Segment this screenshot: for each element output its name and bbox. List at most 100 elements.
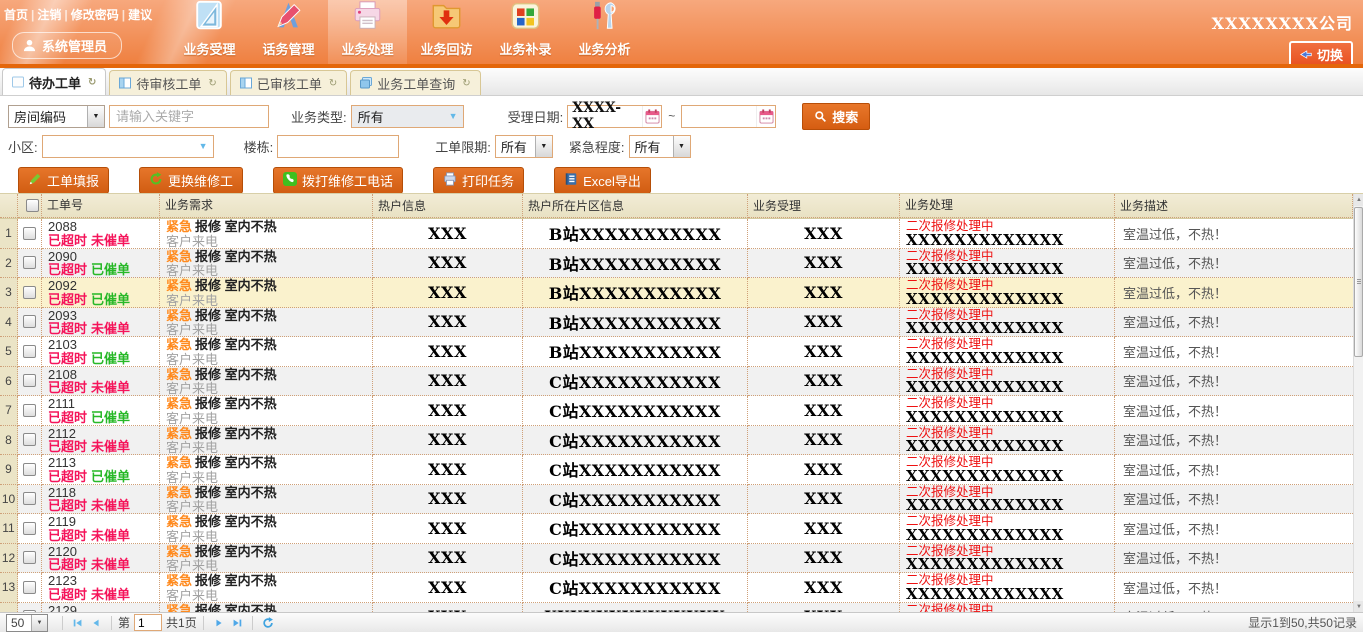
table-row[interactable]: 122120已超时未催单紧急报修 室内不热客户来电XXXC站XXXXXXXXXX… [0,544,1353,574]
nav-item-5[interactable]: 业务补录 [486,0,565,64]
nav-item-4[interactable]: 业务回访 [407,0,486,64]
tab-refresh-icon[interactable]: ↻ [88,77,96,88]
community-combo[interactable]: ▼ [42,135,214,158]
change-password-link[interactable]: 修改密码 [71,8,119,22]
action-button-2[interactable]: 更换维修工 [139,167,243,194]
calendar-icon[interactable] [756,106,775,127]
table-row[interactable]: 102118已超时未催单紧急报修 室内不热客户来电XXXC站XXXXXXXXXX… [0,485,1353,515]
process-detail: XXXXXXXXXXXXX [906,381,1114,395]
date-from-field[interactable]: XXXX-XX [567,105,662,128]
row-number: 5 [0,337,18,367]
tab-2[interactable]: 待审核工单↻ [109,70,226,95]
nav-item-3[interactable]: 业务处理 [328,0,407,64]
row-checkbox[interactable] [23,374,36,387]
grid-header-row: 工单号 业务需求 热户信息 热户所在片区信息 业务受理 业务处理 业务描述 [0,194,1353,219]
business-type-combo[interactable]: 所有 ▼ [351,105,464,128]
action-button-1[interactable]: 工单填报 [18,167,109,194]
deadline-label: 工单限期: [435,137,491,156]
col-header-info[interactable]: 热户信息 [373,194,523,218]
customer-info: XXX [428,371,467,390]
accept-info: XXX [804,253,843,272]
refresh-button[interactable] [259,615,277,631]
search-field-select[interactable]: 房间编码 ▼ [8,105,105,128]
table-row[interactable]: 32092已超时已催单紧急报修 室内不热客户来电XXXB站XXXXXXXXXXX… [0,278,1353,308]
col-header-demand[interactable]: 业务需求 [160,194,373,218]
table-row[interactable]: 42093已超时未催单紧急报修 室内不热客户来电XXXB站XXXXXXXXXXX… [0,308,1353,338]
urgency-badge: 紧急 [166,367,192,382]
first-page-button[interactable] [69,615,87,631]
nav-item-2[interactable]: 话务管理 [249,0,328,64]
action-button-3[interactable]: 拨打维修工电话 [273,167,403,194]
col-header-process[interactable]: 业务处理 [900,194,1115,218]
demand-source: 客户来电 [166,353,372,367]
action-button-4[interactable]: 打印任务 [433,167,524,194]
last-page-button[interactable] [228,615,246,631]
home-link[interactable]: 首页 [4,8,28,22]
row-checkbox[interactable] [23,492,36,505]
row-checkbox[interactable] [23,256,36,269]
top-header: 首页|注销|修改密码|建议 系统管理员 业务受理话务管理业务处理业务回访业务补录… [0,0,1363,68]
page-size-select[interactable]: 50 ▼ [6,614,48,632]
first-page-icon [72,617,84,629]
table-row[interactable]: 112119已超时未催单紧急报修 室内不热客户来电XXXC站XXXXXXXXXX… [0,514,1353,544]
col-header-desc[interactable]: 业务描述 [1115,194,1353,218]
keyword-input[interactable] [109,105,269,128]
search-icon [814,110,827,123]
page-number-input[interactable] [134,614,162,631]
tools-icon [586,0,623,39]
row-checkbox[interactable] [23,315,36,328]
table-row[interactable]: 22090已超时已催单紧急报修 室内不热客户来电XXXB站XXXXXXXXXXX… [0,249,1353,279]
row-checkbox[interactable] [23,551,36,564]
building-input[interactable] [277,135,399,158]
table-row[interactable]: 52103已超时已催单紧急报修 室内不热客户来电XXXB站XXXXXXXXXXX… [0,337,1353,367]
urgency-select[interactable]: 所有 ▼ [629,135,691,158]
tab-1[interactable]: 待办工单↻ [2,68,106,95]
nav-item-1[interactable]: 业务受理 [170,0,249,64]
tab-4[interactable]: 业务工单查询↻ [350,70,480,95]
row-checkbox[interactable] [23,433,36,446]
col-header-area[interactable]: 热户所在片区信息 [523,194,748,218]
table-row[interactable]: 72111已超时已催单紧急报修 室内不热客户来电XXXC站XXXXXXXXXXX… [0,396,1353,426]
vertical-scrollbar[interactable]: ▲ ▼ [1353,194,1363,613]
row-checkbox[interactable] [23,345,36,358]
refresh-green-icon [149,172,163,189]
date-to-field[interactable] [681,105,776,128]
row-checkbox[interactable] [23,463,36,476]
deadline-select[interactable]: 所有 ▼ [495,135,553,158]
scroll-up-icon[interactable]: ▲ [1354,194,1363,206]
row-checkbox[interactable] [23,581,36,594]
action-label: 打印任务 [462,171,514,190]
description-text: 室温过低，不热！ [1123,312,1227,331]
row-checkbox[interactable] [23,522,36,535]
table-row[interactable]: 12088已超时未催单紧急报修 室内不热客户来电XXXB站XXXXXXXXXXX… [0,219,1353,249]
logout-link[interactable]: 注销 [37,8,61,22]
row-checkbox[interactable] [23,404,36,417]
nav-item-6[interactable]: 业务分析 [565,0,644,64]
tab-refresh-icon[interactable]: ↻ [462,78,470,89]
prev-page-button[interactable] [87,615,105,631]
col-header-order[interactable]: 工单号 [42,194,160,218]
tab-refresh-icon[interactable]: ↻ [329,78,337,89]
select-all-checkbox[interactable] [26,199,39,212]
accept-cell: XXX [748,278,900,308]
next-page-button[interactable] [210,615,228,631]
suggestion-link[interactable]: 建议 [128,8,152,22]
scrollbar-thumb[interactable] [1354,207,1363,357]
switch-button[interactable]: 切换 [1289,41,1353,68]
action-button-5[interactable]: Excel导出 [554,167,651,194]
tab-3[interactable]: 已审核工单↻ [230,70,347,95]
row-checkbox[interactable] [23,227,36,240]
tab-refresh-icon[interactable]: ↻ [208,78,216,89]
table-row[interactable]: 82112已超时未催单紧急报修 室内不热客户来电XXXC站XXXXXXXXXXX… [0,426,1353,456]
dropdown-arrow-icon: ▼ [535,136,552,157]
calendar-icon[interactable] [642,106,661,127]
table-row[interactable]: 62108已超时未催单紧急报修 室内不热客户来电XXXC站XXXXXXXXXXX… [0,367,1353,397]
table-row[interactable]: 132123已超时未催单紧急报修 室内不热客户来电XXXC站XXXXXXXXXX… [0,573,1353,603]
search-button[interactable]: 搜索 [802,103,870,130]
action-label: Excel导出 [583,171,641,190]
row-checkbox[interactable] [23,286,36,299]
nav-label: 话务管理 [262,39,314,58]
col-header-accept[interactable]: 业务受理 [748,194,900,218]
table-row[interactable]: 92113已超时已催单紧急报修 室内不热客户来电XXXC站XXXXXXXXXXX… [0,455,1353,485]
customer-info: XXX [428,578,467,597]
